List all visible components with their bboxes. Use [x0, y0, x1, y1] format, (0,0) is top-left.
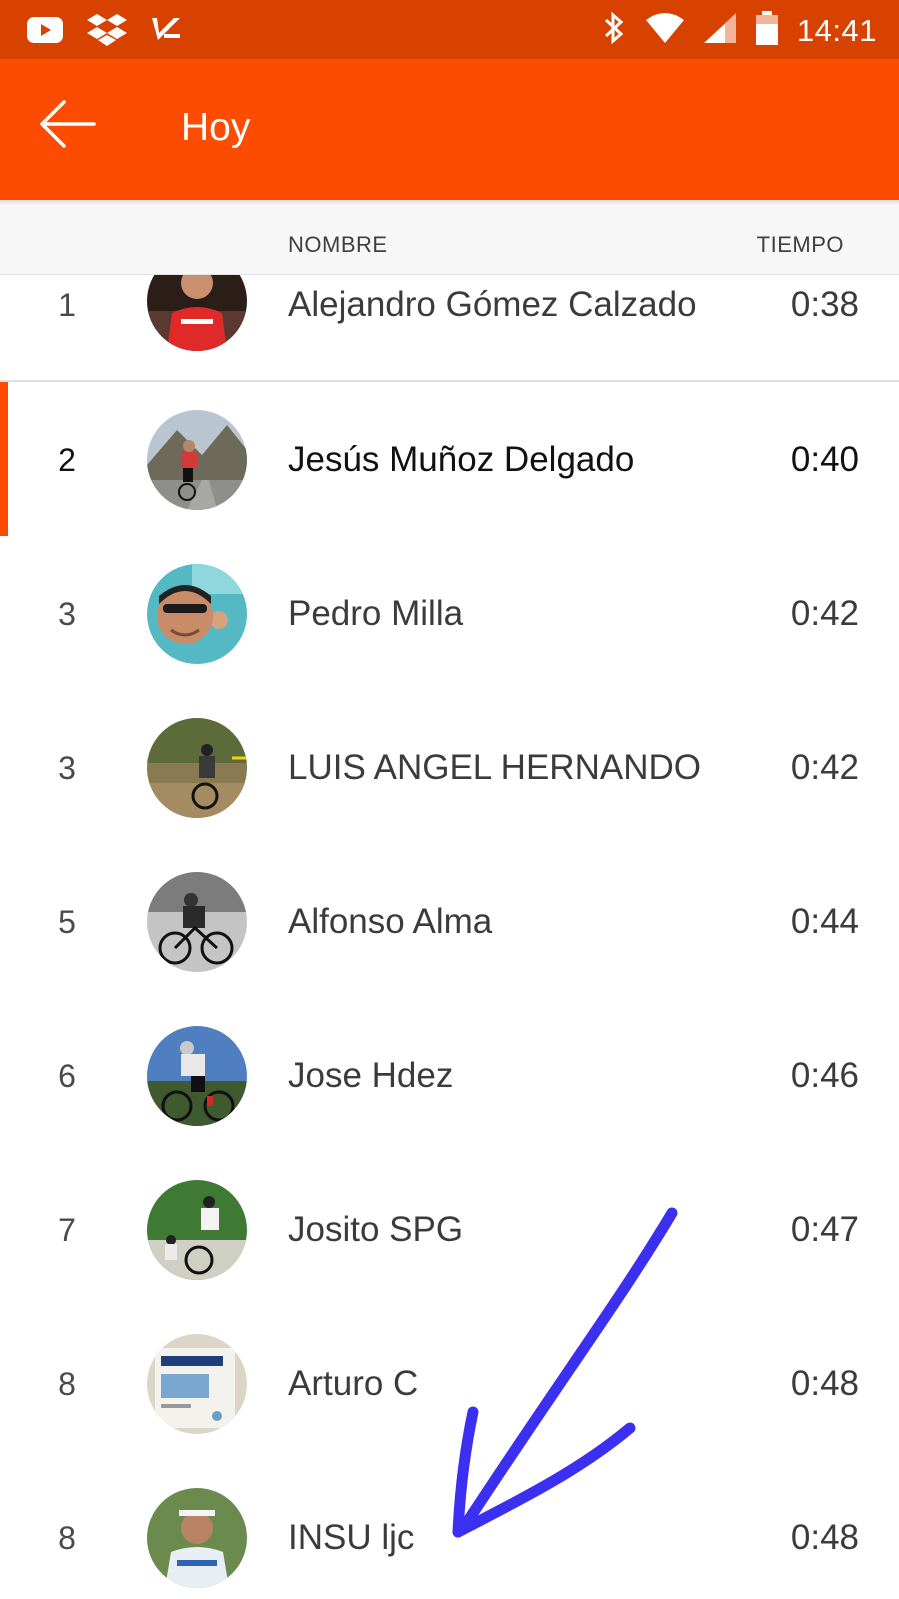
- rank: 8: [58, 1520, 76, 1556]
- wifi-icon: [645, 12, 685, 49]
- athlete-time: 0:48: [790, 1518, 859, 1557]
- athlete-name[interactable]: Alejandro Gómez Calzado: [288, 285, 697, 325]
- athlete-time: 0:47: [790, 1210, 859, 1249]
- signal-icon: [703, 12, 737, 49]
- table-header: NOMBRE TIEMPO: [0, 200, 899, 275]
- avatar: [147, 1334, 247, 1434]
- leaderboard-row[interactable]: 5 Alfonso Alma 0:44: [0, 844, 899, 1001]
- athlete-time: 0:46: [790, 1056, 859, 1095]
- athlete-name[interactable]: LUIS ANGEL HERNANDO: [288, 748, 701, 788]
- athlete-name[interactable]: INSU ljc: [288, 1518, 414, 1558]
- rank: 3: [58, 750, 76, 786]
- athlete-name[interactable]: Pedro Milla: [288, 594, 463, 634]
- leaderboard-row[interactable]: 1 Alejandro Gómez Calzado 0:38: [0, 275, 899, 382]
- column-header-name[interactable]: NOMBRE: [288, 232, 388, 258]
- check-app-icon: [150, 14, 182, 51]
- rank: 2: [58, 442, 76, 478]
- leaderboard-row[interactable]: 8 INSU ljc 0:48: [0, 1460, 899, 1599]
- avatar: [147, 1180, 247, 1280]
- back-button[interactable]: [38, 99, 98, 149]
- athlete-time: 0:44: [790, 902, 859, 941]
- column-header-time[interactable]: TIEMPO: [757, 232, 844, 258]
- battery-icon: [755, 10, 779, 51]
- avatar: [147, 1488, 247, 1588]
- clock: 14:41: [796, 12, 877, 48]
- athlete-name[interactable]: Alfonso Alma: [288, 902, 492, 942]
- avatar: [147, 718, 247, 818]
- youtube-icon: [26, 15, 64, 50]
- leaderboard-row[interactable]: 6 Jose Hdez 0:46: [0, 998, 899, 1155]
- avatar: [147, 275, 247, 351]
- rank: 8: [58, 1366, 76, 1402]
- leaderboard-row[interactable]: 3 Pedro Milla 0:42: [0, 536, 899, 693]
- bluetooth-icon: [601, 10, 627, 51]
- avatar: [147, 564, 247, 664]
- dropbox-icon: [86, 12, 128, 53]
- leaderboard-row[interactable]: 7 Josito SPG 0:47: [0, 1152, 899, 1309]
- leaderboard-row[interactable]: 8 Arturo C 0:48: [0, 1306, 899, 1463]
- avatar: [147, 410, 247, 510]
- avatar: [147, 1026, 247, 1126]
- athlete-name[interactable]: Jose Hdez: [288, 1056, 453, 1096]
- athlete-name[interactable]: Jesús Muñoz Delgado: [288, 440, 634, 480]
- rank: 3: [58, 596, 76, 632]
- rank: 6: [58, 1058, 76, 1094]
- status-bar: 14:41: [0, 0, 899, 59]
- app-bar: Hoy: [0, 59, 899, 200]
- athlete-time: 0:42: [790, 748, 859, 787]
- arrow-back-icon: [38, 100, 98, 153]
- leaderboard-list[interactable]: 1 Alejandro Gómez Calzado 0:38 2 Jesús M…: [0, 275, 899, 1599]
- athlete-time: 0:38: [790, 285, 859, 324]
- athlete-name[interactable]: Arturo C: [288, 1364, 418, 1404]
- rank: 1: [58, 287, 76, 323]
- system-icons: 14:41: [601, 10, 877, 51]
- page-title: Hoy: [181, 106, 251, 149]
- leaderboard-row-selected[interactable]: 2 Jesús Muñoz Delgado 0:40: [0, 382, 899, 539]
- athlete-time: 0:48: [790, 1364, 859, 1403]
- athlete-name[interactable]: Josito SPG: [288, 1210, 463, 1250]
- rank: 5: [58, 904, 76, 940]
- leaderboard-row[interactable]: 3 LUIS ANGEL HERNANDO 0:42: [0, 690, 899, 847]
- avatar: [147, 872, 247, 972]
- athlete-time: 0:40: [790, 440, 859, 479]
- rank: 7: [58, 1212, 76, 1248]
- notification-icons: [26, 12, 182, 53]
- athlete-time: 0:42: [790, 594, 859, 633]
